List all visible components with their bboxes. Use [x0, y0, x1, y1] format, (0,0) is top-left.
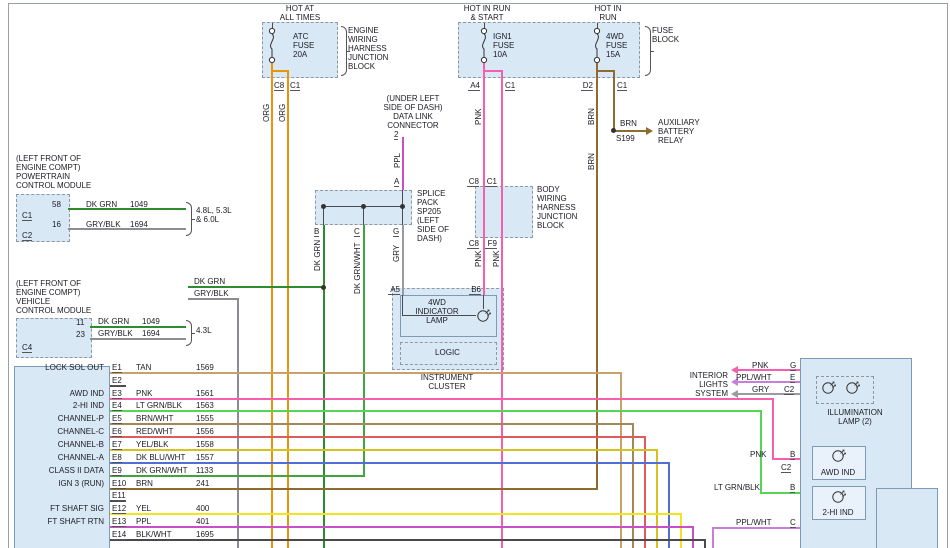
pin-label: E7	[112, 440, 122, 450]
circuit-number-label: 1556	[196, 427, 214, 436]
pin-label: E8	[112, 453, 122, 463]
pin-function-label: CHANNEL-A	[16, 453, 104, 462]
pin-function-label: IGN 3 (RUN)	[16, 479, 104, 488]
wire-color-label: YEL	[136, 504, 151, 513]
circuit-number-label: 1695	[196, 530, 214, 539]
wire-color-label: BRN	[136, 479, 153, 488]
pin-function-label: CHANNEL-P	[16, 414, 104, 423]
pin-function-label: FT SHAFT SIG	[16, 504, 104, 513]
wiring-diagram: HOT AT ALL TIMES ATC FUSE 20A ENGINE WIR…	[0, 0, 950, 548]
wire-color-label: LT GRN/BLK	[136, 401, 182, 410]
pin-label: E12	[112, 504, 126, 514]
pin-function-label: FT SHAFT RTN	[16, 517, 104, 526]
pin-label: E3	[112, 389, 122, 399]
pin-label: E6	[112, 427, 122, 437]
circuit-number-label: 400	[196, 504, 209, 513]
wire-color-label: PPL	[136, 517, 151, 526]
wire-color-label: PNK	[136, 389, 152, 398]
pin-function-label: CHANNEL-C	[16, 427, 104, 436]
pin-label: E14	[112, 530, 126, 540]
pin-label: E2	[112, 376, 122, 386]
pin-label: E11	[112, 491, 126, 501]
pin-function-label: LOCK SOL OUT	[16, 363, 104, 372]
circuit-number-label: 1561	[196, 389, 214, 398]
circuit-number-label: 1558	[196, 440, 214, 449]
circuit-number-label: 241	[196, 479, 209, 488]
pin-label: E10	[112, 479, 126, 489]
generated-labels-layer: LOCK SOL OUT E1 TAN 1569 E2 AWD IND E3 PNK 1561 2…	[0, 0, 950, 548]
circuit-number-label: 1555	[196, 414, 214, 423]
circuit-number-label: 1133	[196, 466, 213, 475]
pin-function-label: 2-HI IND	[16, 401, 104, 410]
wire-color-label: DK GRN/WHT	[136, 466, 188, 475]
wire-color-label: RED/WHT	[136, 427, 173, 436]
wire-color-label: DK BLU/WHT	[136, 453, 185, 462]
pin-label: E5	[112, 414, 122, 424]
pin-function-label: CHANNEL-B	[16, 440, 104, 449]
circuit-number-label: 1563	[196, 401, 214, 410]
pin-label: E9	[112, 466, 122, 476]
pin-function-label: AWD IND	[16, 389, 104, 398]
circuit-number-label: 401	[196, 517, 209, 526]
pin-label: E1	[112, 363, 122, 373]
pin-function-label: CLASS II DATA	[16, 466, 104, 475]
pin-label: E13	[112, 517, 126, 527]
wire-color-label: YEL/BLK	[136, 440, 168, 449]
circuit-number-label: 1569	[196, 363, 214, 372]
wire-color-label: BRN/WHT	[136, 414, 173, 423]
wire-color-label: TAN	[136, 363, 151, 372]
pin-label: E4	[112, 401, 122, 411]
wire-color-label: BLK/WHT	[136, 530, 172, 539]
circuit-number-label: 1557	[196, 453, 214, 462]
